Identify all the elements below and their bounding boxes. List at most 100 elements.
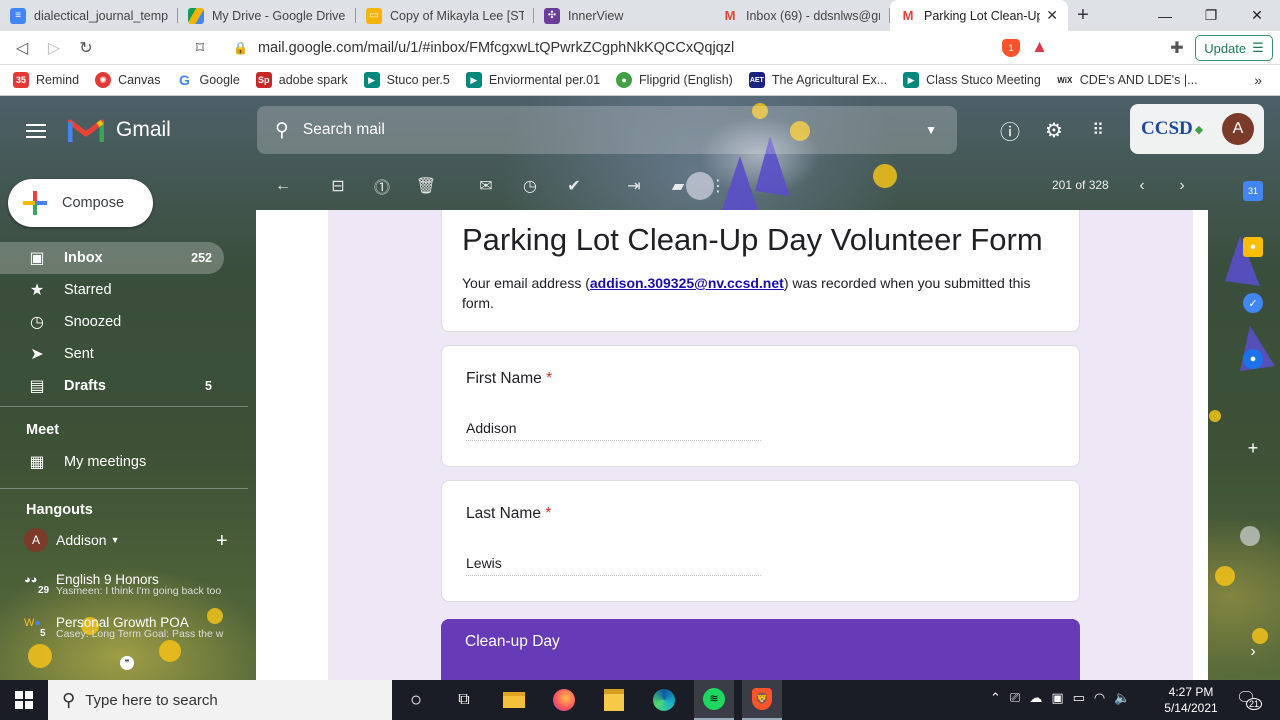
update-button[interactable]: Update ☰: [1195, 35, 1273, 61]
tab-drive[interactable]: My Drive - Google Drive: [178, 0, 356, 31]
task-view-icon[interactable]: ⧉: [448, 684, 480, 716]
search-options-icon[interactable]: ▼: [925, 123, 937, 137]
back-to-inbox-icon[interactable]: ←: [273, 176, 293, 196]
bookmark-icon[interactable]: ⌑: [188, 36, 212, 60]
add-addon-icon[interactable]: +: [1243, 438, 1263, 458]
search-input[interactable]: Search mail: [303, 121, 385, 139]
back-button[interactable]: ◁: [10, 36, 34, 60]
avatar[interactable]: A: [1222, 113, 1254, 145]
windows-start-icon[interactable]: [8, 684, 40, 716]
url-text: mail.google.com/mail/u/1/#inbox/FMfcgxwL…: [257, 40, 735, 56]
file-explorer-icon[interactable]: [498, 684, 530, 716]
email-link[interactable]: addison.309325@nv.ccsd.net: [590, 275, 784, 291]
extensions-icon[interactable]: ✚: [1165, 36, 1189, 60]
close-window-button[interactable]: ✕: [1234, 0, 1280, 31]
tasks-icon[interactable]: ✓: [1243, 293, 1263, 313]
firefox-icon[interactable]: [548, 684, 580, 716]
archive-icon[interactable]: ⊟: [328, 176, 348, 196]
tab-slides[interactable]: ▭ Copy of Mikayla Lee [STUD: [356, 0, 534, 31]
clock-date: 5/14/2021: [1164, 701, 1218, 715]
gmail-app: Gmail ⚲ Search mail ▼ ⓘ ⚙ ⠿ CCSD ◆ A Com…: [0, 96, 1280, 680]
bookmark-stuco[interactable]: ▶ Stuco per.5: [363, 72, 450, 88]
sticky-notes-icon[interactable]: [598, 684, 630, 716]
bookmark-cde[interactable]: WiX CDE's AND LDE's |...: [1057, 72, 1197, 88]
tab-innerview[interactable]: ✣ InnerView: [534, 0, 712, 31]
more-options-icon[interactable]: ⋮: [708, 176, 728, 196]
onedrive-icon[interactable]: ☁: [1029, 690, 1042, 706]
new-tab-button[interactable]: +: [1068, 0, 1098, 31]
search-mail-bar[interactable]: ⚲ Search mail ▼: [257, 106, 957, 154]
bookmark-class-stuco[interactable]: ▶ Class Stuco Meeting: [903, 72, 1041, 88]
canvas-icon: ✺: [95, 72, 112, 88]
reload-button[interactable]: ↻: [74, 36, 98, 60]
compose-button[interactable]: Compose: [8, 179, 153, 227]
search-icon[interactable]: ⚲: [275, 119, 289, 142]
tab-inbox[interactable]: M Inbox (69) - ddsnlws@gma: [712, 0, 890, 31]
minimize-button[interactable]: —: [1142, 0, 1188, 31]
newer-icon[interactable]: ‹: [1132, 176, 1152, 196]
bookmark-canvas[interactable]: ✺ Canvas: [95, 72, 160, 88]
bookmark-google[interactable]: G Google: [176, 72, 240, 88]
bookmark-agricultural[interactable]: AET The Agricultural Ex...: [748, 72, 887, 88]
brave-rewards-icon[interactable]: ▲: [1031, 37, 1048, 57]
brave-icon[interactable]: 🦁: [742, 680, 782, 720]
cortana-icon[interactable]: ○: [400, 684, 432, 716]
keep-icon[interactable]: ●: [1243, 237, 1263, 257]
account-switcher[interactable]: CCSD ◆ A: [1130, 104, 1264, 154]
wifi-icon[interactable]: ◠: [1094, 690, 1105, 706]
sidebar-item-inbox[interactable]: ▣ Inbox 252: [0, 242, 224, 274]
main-menu-icon[interactable]: [26, 124, 46, 138]
bookmark-adobe-spark[interactable]: Sp adobe spark: [255, 72, 348, 88]
clock[interactable]: 4:27 PM 5/14/2021: [1160, 684, 1222, 716]
mark-unread-icon[interactable]: ✉: [476, 176, 496, 196]
help-icon[interactable]: ⓘ: [998, 118, 1022, 144]
battery-icon[interactable]: ▭: [1073, 690, 1085, 706]
new-conversation-icon[interactable]: +: [216, 530, 228, 553]
taskbar-search-input[interactable]: Type here to search: [85, 692, 218, 709]
sidebar-item-snoozed[interactable]: ◷ Snoozed: [0, 306, 224, 338]
device-icon[interactable]: ▣: [1051, 690, 1063, 706]
tab-parking-lot[interactable]: M Parking Lot Clean-Up ✕: [890, 0, 1068, 31]
notifications-icon[interactable]: 🗨 21: [1236, 688, 1263, 710]
spotify-icon[interactable]: ≋: [694, 680, 734, 720]
taskbar-search[interactable]: ⚲ Type here to search: [48, 680, 392, 720]
move-to-icon[interactable]: ⇥: [624, 176, 644, 196]
bookmark-flipgrid[interactable]: ● Flipgrid (English): [616, 72, 733, 88]
show-side-panel-icon[interactable]: ›: [1243, 642, 1263, 662]
older-icon[interactable]: ›: [1172, 176, 1192, 196]
brave-shield-icon[interactable]: 1: [1002, 39, 1020, 57]
report-spam-icon[interactable]: ⓵: [372, 176, 392, 197]
more-bookmarks-icon[interactable]: »: [1254, 72, 1262, 88]
chat-personal-growth[interactable]: W● Personal Growth POA 5 Casey: Long Term …: [24, 615, 266, 640]
gmail-logo[interactable]: Gmail: [68, 116, 171, 144]
apps-grid-icon[interactable]: ⠿: [1086, 118, 1110, 142]
label-icon[interactable]: ▰: [668, 176, 688, 196]
close-tab-icon[interactable]: ✕: [1046, 7, 1058, 24]
delete-icon[interactable]: 🗑: [416, 176, 436, 196]
snooze-icon[interactable]: ◷: [520, 176, 540, 196]
sidebar-item-my-meetings[interactable]: ▦ My meetings: [0, 446, 224, 478]
calendar-icon[interactable]: 31: [1243, 181, 1263, 201]
question-last-name: Last Name * Lewis: [441, 480, 1080, 602]
sidebar-item-starred[interactable]: ★ Starred: [0, 274, 224, 306]
sidebar-item-drafts[interactable]: ▤ Drafts 5: [0, 370, 224, 402]
bookmark-remind[interactable]: 35 Remind: [13, 72, 79, 88]
volume-icon[interactable]: 🔈: [1114, 690, 1130, 706]
hangouts-quote-icon[interactable]: ❞: [120, 656, 134, 670]
divider: [0, 406, 248, 407]
add-task-icon[interactable]: ✔: [564, 176, 584, 196]
url-bar[interactable]: 🔒 mail.google.com/mail/u/1/#inbox/FMfcgx…: [225, 34, 1060, 62]
settings-gear-icon[interactable]: ⚙: [1042, 118, 1066, 142]
tab-docs[interactable]: ≡ dialectical_journal_templat: [0, 0, 178, 31]
restore-button[interactable]: ❐: [1188, 0, 1234, 31]
chat-english-9-honors[interactable]: ◕◕ English 9 Honors 29 Yasmeen: I think I'…: [24, 572, 266, 597]
chevron-up-icon[interactable]: ⌃: [990, 690, 1001, 706]
required-asterisk: *: [546, 370, 553, 387]
contacts-icon[interactable]: ●: [1243, 349, 1263, 369]
bookmark-enviormental[interactable]: ▶ Enviormental per.01: [465, 72, 600, 88]
forward-button[interactable]: ▷: [42, 36, 66, 60]
meet-now-icon[interactable]: ⎚: [1010, 690, 1020, 706]
sidebar-item-sent[interactable]: ➤ Sent: [0, 338, 224, 370]
edge-icon[interactable]: [648, 684, 680, 716]
hangouts-user[interactable]: A Addison ▼: [24, 528, 120, 552]
